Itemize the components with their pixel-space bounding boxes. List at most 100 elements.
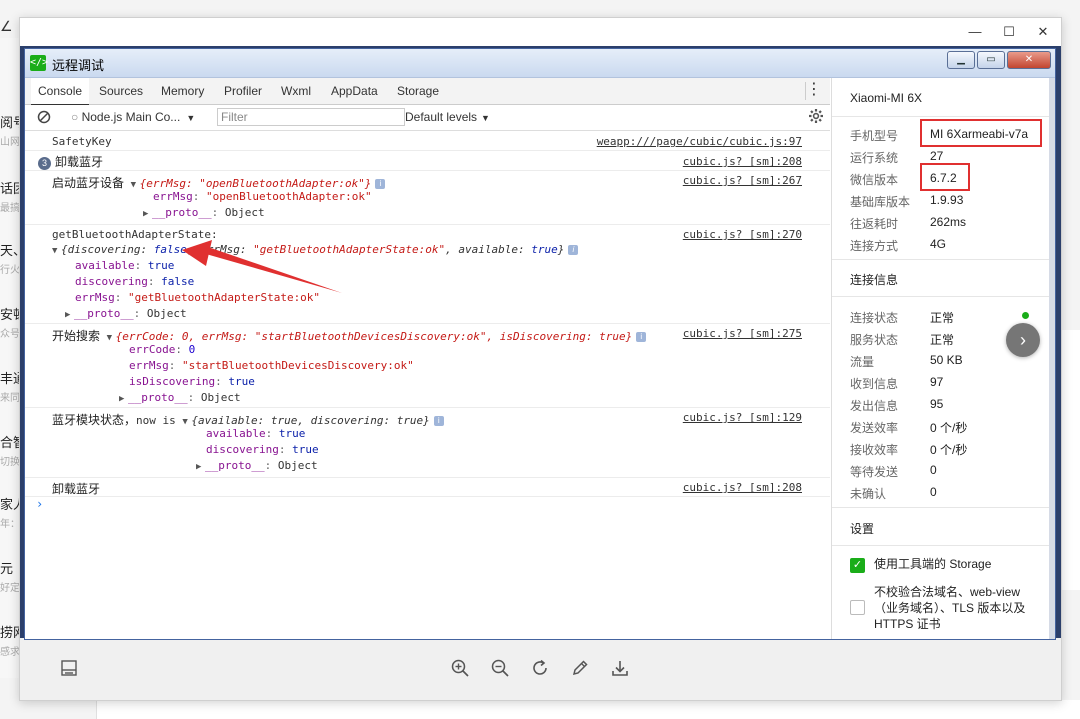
tab-wxml[interactable]: Wxml <box>281 78 311 104</box>
console-message: 启动蓝牙设备 ▼ {errMsg: "openBluetoothAdapter:o… <box>25 170 830 225</box>
device-info-panel: Xiaomi-MI 6X 手机型号 MI 6Xarmeabi-v7a 运行系统 … <box>831 78 1050 639</box>
zoom-out-icon[interactable] <box>487 655 513 681</box>
scrollbar[interactable] <box>1049 78 1055 639</box>
section-title: 设置 <box>850 522 875 536</box>
checkbox-label: 使用工具端的 Storage <box>874 557 992 571</box>
inner-minimize-button[interactable]: ▁ <box>947 51 975 69</box>
download-icon[interactable] <box>607 655 633 681</box>
property-key: errMsg <box>129 359 169 372</box>
bottom-toolbar <box>20 638 1061 700</box>
maximize-button[interactable]: ☐ <box>999 23 1019 41</box>
divider <box>832 116 1050 117</box>
property-key: errMsg <box>75 291 115 304</box>
outer-titlebar: — ☐ ✕ <box>20 18 1061 46</box>
source-link[interactable]: cubic.js? [sm]:270 <box>683 228 802 241</box>
divider <box>832 545 1050 546</box>
inner-maximize-button[interactable]: ▭ <box>977 51 1005 69</box>
gear-icon[interactable] <box>808 108 824 124</box>
background-panel <box>1059 330 1080 590</box>
property-value: Object <box>200 391 241 404</box>
source-link[interactable]: cubic.js? [sm]:208 <box>683 481 802 494</box>
source-link[interactable]: cubic.js? [sm]:208 <box>683 155 802 168</box>
property-value: Object <box>146 307 187 320</box>
context-selector[interactable]: ○ Node.js Main Co... ▼ <box>71 110 195 124</box>
more-options-icon[interactable]: ⋮ <box>806 78 822 102</box>
zoom-in-icon[interactable] <box>447 655 473 681</box>
devtools-logo-icon: </> <box>30 55 48 71</box>
refresh-icon[interactable] <box>527 655 553 681</box>
expand-panel-button[interactable]: › <box>1006 323 1040 357</box>
property-key: __proto__ <box>152 206 212 219</box>
console-label: 启动蓝牙设备 <box>52 176 125 190</box>
source-link[interactable]: cubic.js? [sm]:129 <box>683 411 802 424</box>
inner-close-button[interactable]: ✕ <box>1007 51 1051 69</box>
layout-icon[interactable] <box>56 655 82 681</box>
console-text: 卸载蓝牙 <box>55 155 104 169</box>
info-label: 连接方式 <box>850 239 899 253</box>
expand-triangle-icon[interactable]: ▶ <box>119 394 128 404</box>
tab-appdata[interactable]: AppData <box>331 78 378 104</box>
use-tool-storage-checkbox[interactable]: ✓ <box>850 558 865 573</box>
divider <box>832 259 1050 260</box>
minimize-button[interactable]: — <box>965 23 985 41</box>
object-summary[interactable]: {errCode: 0, errMsg: "startBluetoothDevi… <box>116 330 633 343</box>
object-summary[interactable]: {errMsg: "openBluetoothAdapter:ok"} <box>140 177 372 190</box>
expand-triangle-icon[interactable]: ▼ <box>131 180 140 190</box>
info-icon: i <box>636 332 647 342</box>
context-icon: ○ <box>71 110 79 124</box>
background-footer <box>96 700 1080 719</box>
chevron-down-icon: ▼ <box>481 113 490 123</box>
tab-profiler[interactable]: Profiler <box>224 78 262 104</box>
property-value: false <box>161 275 195 288</box>
expand-triangle-icon[interactable]: ▶ <box>143 209 152 219</box>
property-value: "getBluetoothAdapterState:ok" <box>128 291 321 304</box>
divider <box>832 507 1050 508</box>
info-label: 微信版本 <box>850 173 899 187</box>
console-prompt[interactable]: › <box>36 497 43 511</box>
info-value: 0 个/秒 <box>930 443 968 457</box>
status-indicator <box>1022 312 1029 319</box>
property-key: errMsg <box>153 190 193 203</box>
expand-triangle-icon[interactable]: ▼ <box>52 246 61 256</box>
info-icon: i <box>568 245 579 255</box>
console-message: 3 卸载蓝牙 cubic.js? [sm]:208 <box>25 150 830 171</box>
object-summary[interactable]: ▼ {discovering: false, errMsg: "getBlueto… <box>52 243 579 256</box>
object-summary[interactable]: {available: true, discovering: true} <box>191 414 429 427</box>
source-link[interactable]: cubic.js? [sm]:275 <box>683 327 802 340</box>
close-button[interactable]: ✕ <box>1033 23 1053 41</box>
tab-memory[interactable]: Memory <box>161 78 204 104</box>
property-value: Object <box>277 459 318 472</box>
tab-sources[interactable]: Sources <box>99 78 143 104</box>
log-levels-dropdown[interactable]: Default levels ▼ <box>405 110 490 124</box>
tab-storage[interactable]: Storage <box>397 78 439 104</box>
info-label: 往返耗时 <box>850 217 899 231</box>
info-value: 1.9.93 <box>930 193 964 207</box>
property-value: "openBluetoothAdapter:ok" <box>206 190 372 203</box>
property-key: isDiscovering <box>129 375 216 388</box>
console-message: SafetyKey weapp:///page/cubic/cubic.js:9… <box>25 131 830 151</box>
source-link[interactable]: weapp:///page/cubic/cubic.js:97 <box>597 135 802 148</box>
property-key: available <box>75 259 135 272</box>
console-message: getBluetoothAdapterState: cubic.js? [sm]… <box>25 224 830 324</box>
checkbox-label: 不校验合法域名、web-view（业务域名）、TLS 版本以及 HTTPS 证书 <box>874 585 1026 631</box>
info-label: 发出信息 <box>850 399 899 413</box>
skip-domain-check-checkbox[interactable] <box>850 600 865 615</box>
clear-console-icon[interactable] <box>37 110 51 124</box>
info-value: 正常 <box>930 311 955 325</box>
info-value: 262ms <box>930 215 967 229</box>
info-label: 手机型号 <box>850 129 899 143</box>
info-label: 连接状态 <box>850 311 899 325</box>
expand-triangle-icon[interactable]: ▼ <box>107 333 116 343</box>
filter-input[interactable] <box>217 108 405 126</box>
info-label: 运行系统 <box>850 151 899 165</box>
tab-console[interactable]: Console <box>31 78 90 106</box>
console-label: now is <box>136 414 176 427</box>
console-message: 开始搜索 ▼ {errCode: 0, errMsg: "startBluetoo… <box>25 323 830 408</box>
edit-icon[interactable] <box>567 655 593 681</box>
property-value: 0 <box>188 343 196 356</box>
log-levels-label: Default levels <box>405 110 478 124</box>
info-value: 0 <box>930 463 937 477</box>
expand-triangle-icon[interactable]: ▶ <box>196 462 205 472</box>
expand-triangle-icon[interactable]: ▶ <box>65 310 74 320</box>
source-link[interactable]: cubic.js? [sm]:267 <box>683 174 802 187</box>
